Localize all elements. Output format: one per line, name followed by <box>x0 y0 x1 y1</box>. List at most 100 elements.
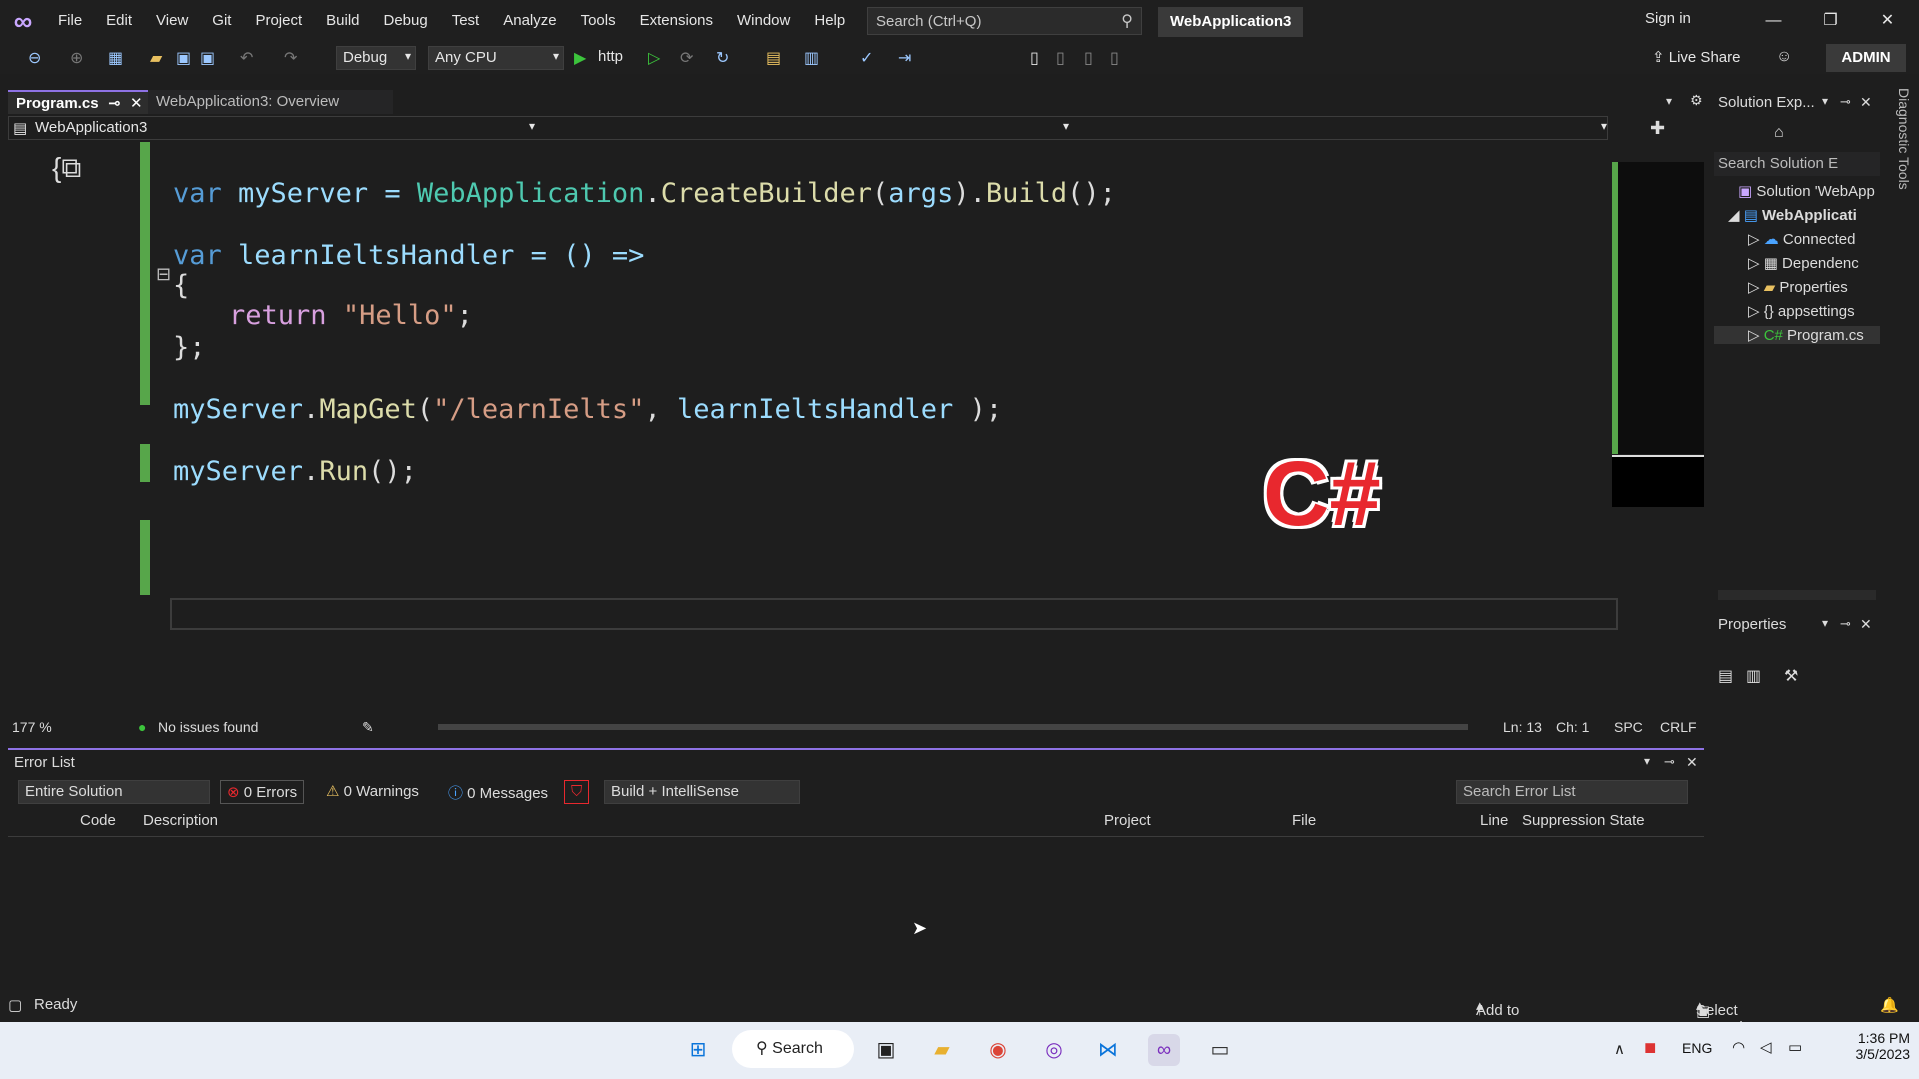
chevron-down-icon[interactable]: ▾ <box>529 119 535 133</box>
panel-menu-icon[interactable]: ▾ <box>1822 94 1828 108</box>
horizontal-scrollbar[interactable] <box>1718 590 1876 600</box>
language-indicator[interactable]: ENG <box>1682 1040 1712 1056</box>
column-file[interactable]: File <box>1292 812 1316 829</box>
search-solution-input[interactable]: Search Solution E <box>1714 152 1880 176</box>
vscode-icon[interactable]: ⋈ <box>1092 1034 1124 1066</box>
horizontal-scrollbar[interactable] <box>438 724 1468 730</box>
menu-window[interactable]: Window <box>725 0 802 42</box>
browse-folder-icon[interactable]: ▤ <box>766 48 781 68</box>
alphabetical-icon[interactable]: ▥ <box>1746 666 1761 686</box>
chevron-down-icon[interactable]: ▾ <box>1601 119 1607 133</box>
attach-icon[interactable]: ⟳ <box>680 48 693 68</box>
menu-help[interactable]: Help <box>802 0 857 42</box>
spell-check-icon[interactable]: ✓ <box>860 48 873 68</box>
minimize-button[interactable]: — <box>1745 0 1802 42</box>
run-target-button[interactable]: http <box>598 48 623 65</box>
clock[interactable]: 1:36 PM 3/5/2023 <box>1830 1030 1911 1062</box>
refresh-icon[interactable]: ↻ <box>716 48 729 68</box>
char-indicator[interactable]: Ch: 1 <box>1556 719 1589 735</box>
tree-properties[interactable]: ▷ ▰ Properties <box>1748 278 1878 296</box>
live-share-button[interactable]: ⇪ Live Share <box>1652 48 1740 66</box>
column-code[interactable]: Code <box>80 812 116 829</box>
close-panel-icon[interactable]: ✕ <box>1860 616 1872 633</box>
add-source-control-button[interactable]: ↑ Add to Source Control ▴ <box>1476 996 1524 1053</box>
platform-dropdown[interactable]: Any CPU <box>428 46 564 70</box>
file-explorer-icon[interactable]: ▰ <box>926 1034 958 1066</box>
wifi-icon[interactable]: ◠ <box>1732 1038 1745 1056</box>
save-icon[interactable]: ▣ <box>176 48 191 68</box>
step-icon[interactable]: ⇥ <box>898 48 911 68</box>
clear-bookmark-icon[interactable]: ▯ <box>1110 48 1119 68</box>
close-tab-icon[interactable]: ✕ <box>130 92 143 116</box>
column-project[interactable]: Project <box>1104 812 1151 829</box>
column-suppression-state[interactable]: Suppression State <box>1522 812 1645 829</box>
tree-solution[interactable]: ▣ Solution 'WebApp <box>1738 182 1878 200</box>
start-icon[interactable]: ▶ <box>574 48 586 68</box>
spacing-indicator[interactable]: SPC <box>1614 719 1643 735</box>
minimap[interactable] <box>1612 162 1704 454</box>
code-editor[interactable]: {⧉ ⊟ var myServer = WebApplication.Creat… <box>8 142 1618 712</box>
column-description[interactable]: Description <box>143 812 218 829</box>
layout-icon[interactable]: ▥ <box>804 48 819 68</box>
task-view-icon[interactable]: ▣ <box>870 1034 902 1066</box>
collapse-icon[interactable]: ⊟ <box>156 264 171 285</box>
cleanup-icon[interactable]: ✎ <box>362 719 374 736</box>
save-all-icon[interactable]: ▣ <box>200 48 215 68</box>
column-line[interactable]: Line <box>1480 812 1508 829</box>
config-dropdown[interactable]: Debug <box>336 46 416 70</box>
tree-dependencies[interactable]: ▷ ▦ Dependenc <box>1748 254 1878 272</box>
forward-icon[interactable]: ⊕ <box>70 48 83 68</box>
filter-icon[interactable]: ⛉ <box>564 780 590 804</box>
panel-menu-icon[interactable]: ▾ <box>1822 616 1828 630</box>
terminal-icon[interactable]: ▭ <box>1204 1034 1236 1066</box>
tab-list-icon[interactable]: ▾ <box>1666 94 1672 108</box>
admin-button[interactable]: ADMIN <box>1826 44 1906 72</box>
maximize-button[interactable]: ❐ <box>1802 0 1859 42</box>
tab-overview[interactable]: WebApplication3: Overview <box>148 90 393 114</box>
redo-icon[interactable]: ↷ <box>284 48 297 68</box>
issues-status[interactable]: No issues found <box>158 719 258 735</box>
select-repository-button[interactable]: ▣ Select Repository ▴ <box>1696 996 1768 1036</box>
close-button[interactable]: ✕ <box>1859 0 1916 42</box>
menu-project[interactable]: Project <box>243 0 314 42</box>
back-icon[interactable]: ⊖ <box>28 48 41 68</box>
show-hidden-icons[interactable]: ∧ <box>1614 1040 1625 1058</box>
battery-icon[interactable]: ▭ <box>1788 1038 1802 1056</box>
pin-icon[interactable]: ⊸ <box>1840 616 1851 632</box>
chrome-icon[interactable]: ◉ <box>982 1034 1014 1066</box>
feedback-icon[interactable]: ☺ <box>1776 48 1792 66</box>
menu-build[interactable]: Build <box>314 0 371 42</box>
categorized-icon[interactable]: ▤ <box>1718 666 1733 686</box>
split-icon[interactable]: ✚ <box>1650 118 1665 139</box>
visual-studio-icon[interactable]: ∞ <box>1148 1034 1180 1066</box>
warnings-filter-button[interactable]: ⚠ 0 Warnings <box>320 780 425 804</box>
tree-project[interactable]: ◢ ▤ WebApplicati <box>1728 206 1878 224</box>
panel-menu-icon[interactable]: ▾ <box>1644 754 1650 768</box>
menu-test[interactable]: Test <box>440 0 492 42</box>
search-input[interactable]: Search (Ctrl+Q) ⚲ <box>867 7 1142 35</box>
bookmark-icon[interactable]: ▯ <box>1030 48 1039 68</box>
pin-icon[interactable]: ⊸ <box>1840 94 1851 110</box>
prev-bookmark-icon[interactable]: ▯ <box>1056 48 1065 68</box>
pin-icon[interactable]: ⊸ <box>1664 754 1675 770</box>
messages-filter-button[interactable]: ⓘ 0 Messages <box>442 780 554 804</box>
open-folder-icon[interactable]: ▰ <box>150 48 162 68</box>
close-panel-icon[interactable]: ✕ <box>1686 754 1698 771</box>
line-indicator[interactable]: Ln: 13 <box>1503 719 1542 735</box>
project-dropdown[interactable]: WebApplication3 <box>35 119 147 136</box>
github-desktop-icon[interactable]: ◎ <box>1038 1034 1070 1066</box>
line-ending-indicator[interactable]: CRLF <box>1660 719 1697 735</box>
start-without-debug-icon[interactable]: ▷ <box>648 48 660 68</box>
pin-icon[interactable]: ⊸ <box>108 92 121 116</box>
home-icon[interactable]: ⌂ <box>1774 124 1784 142</box>
new-project-icon[interactable]: ▦ <box>108 48 123 68</box>
menu-file[interactable]: File <box>46 0 94 42</box>
settings-icon[interactable]: ⚙ <box>1690 92 1703 109</box>
build-filter-dropdown[interactable]: Build + IntelliSense <box>604 780 800 804</box>
notification-bell-icon[interactable]: 🔔 <box>1880 996 1899 1014</box>
tree-appsettings[interactable]: ▷ {} appsettings <box>1748 302 1878 320</box>
search-error-input[interactable]: Search Error List <box>1456 780 1688 804</box>
menu-view[interactable]: View <box>144 0 200 42</box>
menu-analyze[interactable]: Analyze <box>491 0 568 42</box>
windows-start-icon[interactable]: ⊞ <box>682 1034 714 1066</box>
